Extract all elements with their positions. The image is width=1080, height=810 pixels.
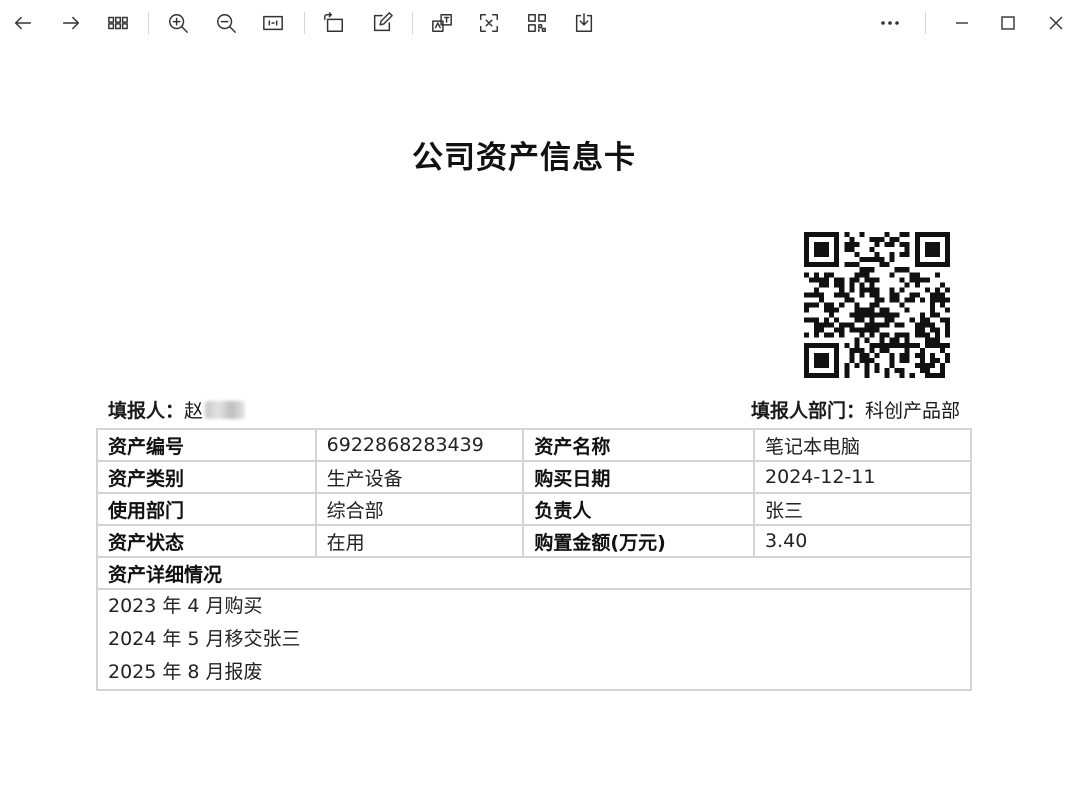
asset-name-label: 资产名称 [522,428,756,462]
zoom-in-icon[interactable] [162,8,194,38]
purchase-amount-value: 3.40 [753,524,972,558]
toolbar-divider [412,12,413,34]
edit-icon[interactable] [366,8,398,38]
qr-code-image [804,232,950,378]
responsible-person-value: 张三 [753,492,972,526]
purchase-date-label: 购买日期 [522,460,756,494]
translate-icon[interactable] [426,8,458,38]
toolbar-divider [148,12,149,34]
detail-line: 2024 年 5 月移交张三 [108,628,301,650]
department-value: 科创产品部 [864,400,960,422]
asset-name-value: 笔记本电脑 [753,428,972,462]
viewer-toolbar [0,0,1080,46]
reporter-label: 填报人： [108,400,185,422]
qr-code-icon[interactable] [521,8,553,38]
asset-category-label: 资产类别 [96,460,317,494]
asset-detail-content: 2023 年 4 月购买 2024 年 5 月移交张三 2025 年 8 月报废 [96,588,972,691]
redacted-name-blur [205,401,246,419]
asset-status-label: 资产状态 [96,524,317,558]
reporter-value: 赵 [184,400,204,422]
arrow-left-icon[interactable] [7,8,39,38]
arrow-right-icon[interactable] [55,8,87,38]
department-label: 填报人部门： [750,400,865,422]
asset-status-value: 在用 [314,524,525,558]
more-icon[interactable] [872,8,908,38]
detail-line: 2025 年 8 月报废 [108,661,263,683]
asset-detail-label: 资产详细情况 [96,556,972,590]
asset-category-value: 生产设备 [314,460,525,494]
table-row: 2023 年 4 月购买 2024 年 5 月移交张三 2025 年 8 月报废 [96,588,972,691]
purchase-date-value: 2024-12-11 [753,460,972,494]
responsible-person-label: 负责人 [522,492,756,526]
detail-line: 2023 年 4 月购买 [108,595,263,617]
using-department-label: 使用部门 [96,492,317,526]
close-icon[interactable] [1038,8,1074,38]
toolbar-divider [925,12,926,34]
asset-number-label: 资产编号 [96,428,317,462]
toolbar-divider [304,12,305,34]
asset-info-table: 资产编号 6922868283439 资产名称 笔记本电脑 资产类别 生产设备 … [96,428,972,691]
fit-width-icon[interactable] [257,8,289,38]
department-field: 填报人部门：科创产品部 [751,396,960,423]
table-row: 资产详细情况 [96,556,972,590]
table-row: 资产编号 6922868283439 资产名称 笔记本电脑 [96,428,972,462]
zoom-out-icon[interactable] [210,8,242,38]
grid-icon[interactable] [102,8,134,38]
purchase-amount-label: 购置金额(万元) [522,524,756,558]
reporter-field: 填报人：赵 [108,396,246,423]
rotate-icon[interactable] [318,8,350,38]
table-row: 使用部门 综合部 负责人 张三 [96,492,972,526]
minimize-icon[interactable] [944,8,980,38]
table-row: 资产类别 生产设备 购买日期 2024-12-11 [96,460,972,494]
table-row: 资产状态 在用 购置金额(万元) 3.40 [96,524,972,558]
asset-number-value: 6922868283439 [314,428,525,462]
maximize-icon[interactable] [990,8,1026,38]
document-title: 公司资产信息卡 [412,140,636,176]
download-icon[interactable] [568,8,600,38]
using-department-value: 综合部 [314,492,525,526]
scan-text-icon[interactable] [473,8,505,38]
